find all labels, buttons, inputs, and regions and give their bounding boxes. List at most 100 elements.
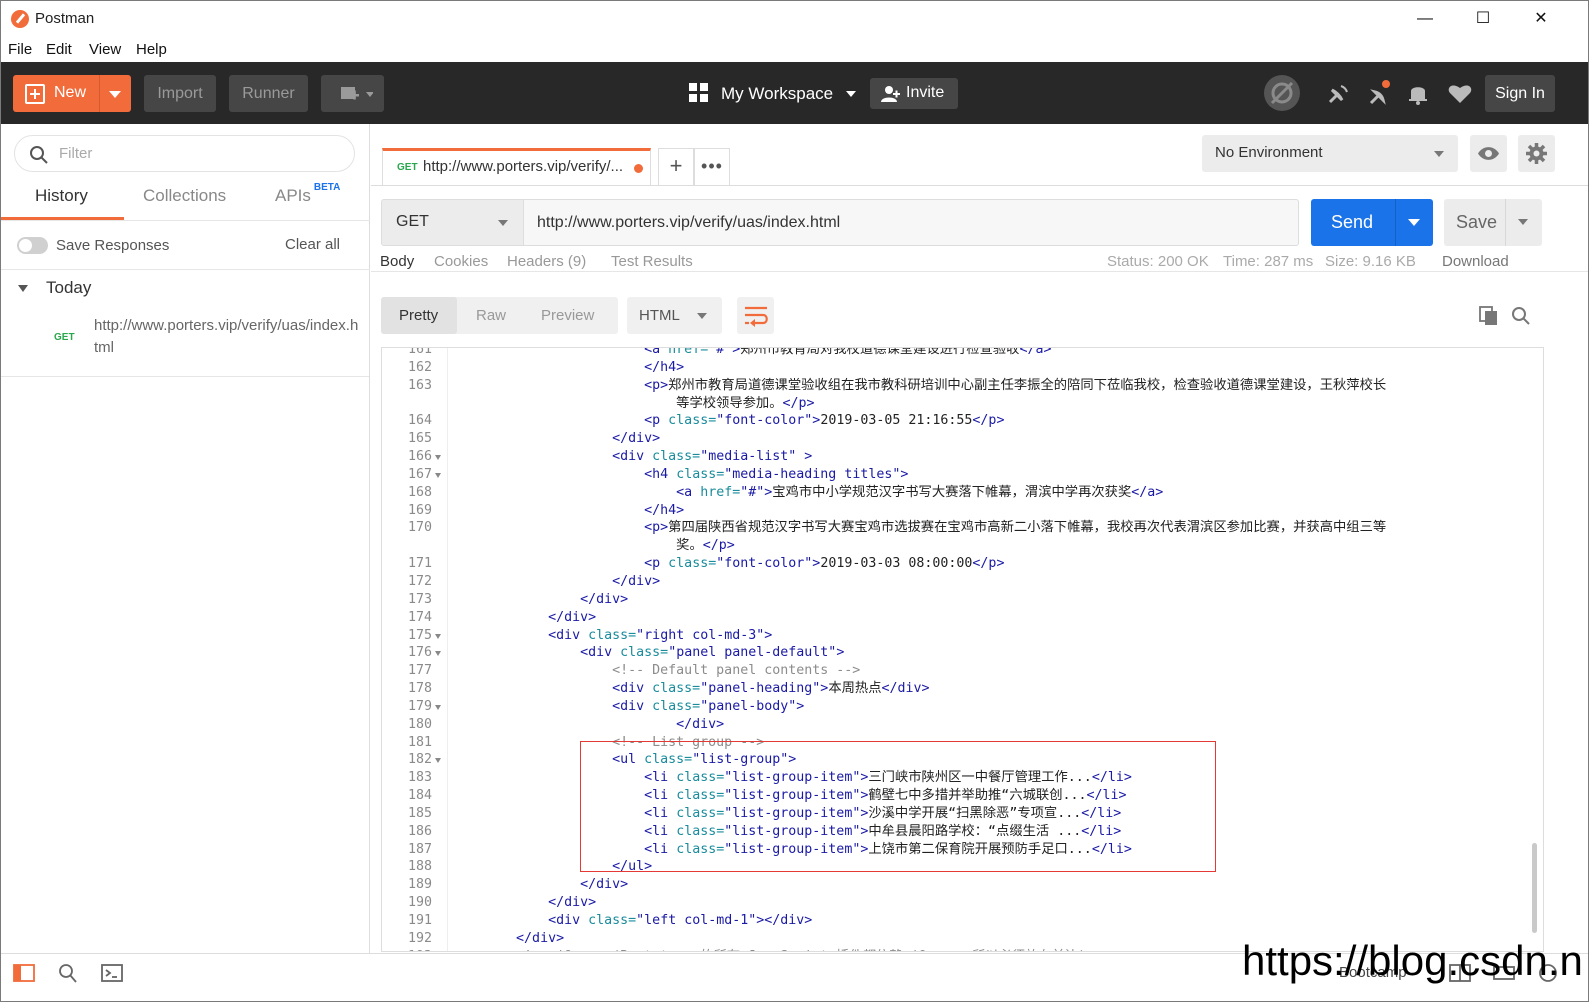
add-window-icon [340,87,374,100]
response-body-editor[interactable]: 161 <a href="#">郑州市教育局对我校道德课堂建设进行检查验收</a… [381,347,1544,952]
tab-headers[interactable]: Headers (9) [507,255,586,270]
environment-select[interactable]: No Environment [1202,135,1458,172]
line-number: 187 [407,841,432,857]
sign-in-button[interactable]: Sign In [1485,75,1555,112]
manage-environments-button[interactable] [1518,135,1555,172]
code-line: 167 <h4 class="media-heading titles"> [382,466,1543,484]
sync-off-icon[interactable] [1263,74,1301,112]
invite-button[interactable]: Invite [870,78,958,109]
toggle-sidebar-icon[interactable] [13,963,35,983]
code-line: 179 <div class="panel-body"> [382,698,1543,716]
tab-apis-label: APIs [275,186,311,205]
code-text: </h4> [644,502,685,518]
environment-label: No Environment [1215,144,1323,161]
menu-help[interactable]: Help [136,41,167,58]
code-line: 161 <a href="#">郑州市教育局对我校道德课堂建设进行检查验收</a… [382,348,1543,359]
close-icon[interactable]: ✕ [1512,1,1570,37]
find-replace-icon[interactable] [57,963,79,983]
format-pretty-button[interactable]: Pretty [399,307,438,324]
tab-collections[interactable]: Collections [143,186,226,206]
fold-toggle-icon[interactable] [435,633,441,639]
add-tab-button[interactable]: + [658,148,694,185]
line-number: 185 [407,805,432,821]
code-line: 162 </h4> [382,359,1543,377]
tab-apis[interactable]: APIs BETA [275,182,340,206]
language-select[interactable]: HTML [627,297,722,334]
tab-cookies[interactable]: Cookies [434,255,488,270]
copy-icon[interactable] [1479,306,1499,326]
runner-button[interactable]: Runner [229,75,308,112]
filter-input[interactable]: Filter [14,135,355,172]
language-caret-icon [697,313,707,319]
save-label: Save [1456,212,1498,232]
console-icon[interactable] [101,963,123,983]
tab-history[interactable]: History [35,186,88,206]
code-line: 174 </div> [382,609,1543,627]
code-line: 171 <p class="font-color">2019-03-03 08:… [382,555,1543,573]
history-item-url: http://www.porters.vip/verify/uas/index.… [94,317,359,356]
fold-toggle-icon[interactable] [435,472,441,478]
send-dropdown-caret-icon[interactable] [1408,219,1420,226]
environment-caret-icon [1434,151,1444,157]
code-line: 170 <p>第四届陕西省规范汉字书写大赛宝鸡市选拔赛在宝鸡市高新二小落下帷幕，… [382,519,1543,537]
code-text: <h4 class="media-heading titles"> [644,466,909,482]
menu-file[interactable]: File [8,41,32,58]
maximize-icon[interactable]: ☐ [1454,1,1512,37]
code-text: <!-- jQuery (Bootstrap 的所有 JavaScript 插件… [452,948,1118,951]
fold-toggle-icon[interactable] [435,704,441,710]
code-line: 164 <p class="font-color">2019-03-05 21:… [382,412,1543,430]
new-window-button[interactable] [321,75,384,112]
line-number: 163 [407,377,432,393]
line-number: 180 [407,716,432,732]
format-raw-button[interactable]: Raw [476,307,506,324]
menu-view[interactable]: View [89,41,121,58]
minimize-icon[interactable]: — [1396,1,1454,37]
code-line: 176 <div class="panel panel-default"> [382,644,1543,662]
new-dropdown-caret-icon[interactable] [109,91,121,98]
menu-edit[interactable]: Edit [46,41,72,58]
save-responses-toggle[interactable] [17,237,48,254]
heart-icon[interactable] [1445,78,1475,108]
search-response-icon[interactable] [1511,306,1531,326]
new-button[interactable]: New [13,75,131,112]
sidebar: Filter History Collections APIs BETA Save… [1,124,370,953]
request-tab[interactable]: GET http://www.porters.vip/verify/... [382,148,651,185]
notifications-bell-icon[interactable] [1403,78,1433,108]
wrap-lines-icon [745,306,768,327]
code-line: 178 <div class="panel-heading">本周热点</div… [382,680,1543,698]
method-select[interactable]: GET [381,199,524,246]
line-number: 177 [407,663,432,679]
editor-scrollbar[interactable] [1532,843,1537,933]
code-text: <p>第四届陕西省规范汉字书写大赛宝鸡市选拔赛在宝鸡市高新二小落下帷幕，我校再次… [644,520,1387,536]
code-text: </div> [580,877,629,893]
code-text: </div> [612,431,661,447]
satellite-icon[interactable] [1324,78,1354,108]
fold-toggle-icon[interactable] [435,758,441,764]
format-preview-button[interactable]: Preview [541,307,594,324]
download-button[interactable]: Download [1442,255,1509,270]
fold-toggle-icon[interactable] [435,651,441,657]
url-input[interactable]: http://www.porters.vip/verify/uas/index.… [524,199,1299,246]
collapse-today-icon[interactable] [18,285,28,292]
main-panel: GET http://www.porters.vip/verify/... + … [371,124,1588,953]
method-label: GET [396,213,429,230]
gear-icon [1526,143,1547,164]
history-item[interactable]: GET http://www.porters.vip/verify/uas/in… [1,311,369,377]
tab-body[interactable]: Body [380,255,414,270]
wrap-lines-button[interactable] [737,297,774,334]
code-text: <!-- Default panel contents --> [612,663,861,679]
save-dropdown-caret-icon[interactable] [1518,219,1528,225]
line-number: 172 [407,573,432,589]
fold-toggle-icon[interactable] [435,455,441,461]
code-text: </div> [548,609,597,625]
import-button[interactable]: Import [144,75,216,112]
unsaved-dot-icon [634,164,643,173]
capture-requests-icon[interactable] [1366,78,1396,108]
code-text: <a href="#">宝鸡市中小学规范汉字书写大赛落下帷幕，渭滨中学再次获奖<… [676,484,1164,500]
tab-test-results[interactable]: Test Results [611,255,693,270]
more-tabs-button[interactable]: ••• [694,148,730,185]
clear-all-button[interactable]: Clear all [285,236,340,253]
environment-quick-look-button[interactable] [1470,135,1507,172]
send-button[interactable]: Send [1311,199,1433,246]
save-button[interactable]: Save [1444,199,1542,246]
